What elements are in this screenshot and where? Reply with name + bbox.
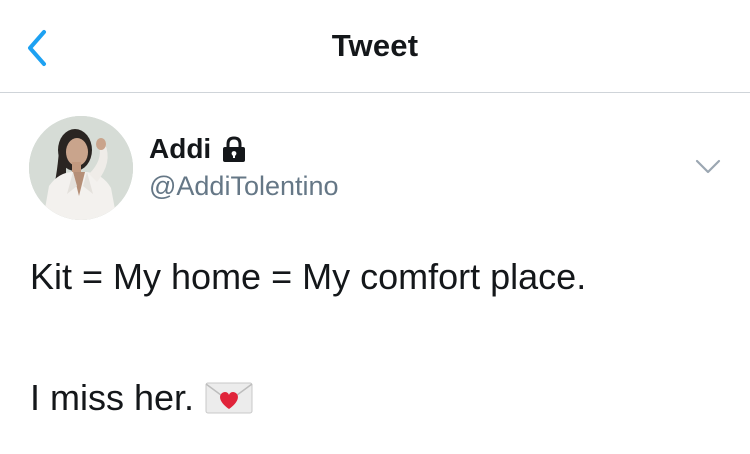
tweet-text: I miss her. <box>30 377 195 418</box>
author-handle[interactable]: @AddiTolentino <box>149 171 339 202</box>
author-name-row[interactable]: Addi <box>149 132 247 166</box>
tweet-text-line-2: I miss her. <box>30 377 253 419</box>
page-title: Tweet <box>331 28 419 63</box>
chevron-down-icon <box>695 159 721 174</box>
lock-icon <box>221 135 247 163</box>
avatar[interactable] <box>29 116 133 220</box>
tweet-text-line: Kit = My home = My comfort place. <box>30 256 587 297</box>
top-nav-bar: Tweet <box>0 0 750 93</box>
avatar-photo <box>29 116 133 220</box>
tweet-menu-button[interactable] <box>693 155 723 179</box>
author-name: Addi <box>149 133 212 164</box>
love-letter-icon <box>205 381 253 415</box>
